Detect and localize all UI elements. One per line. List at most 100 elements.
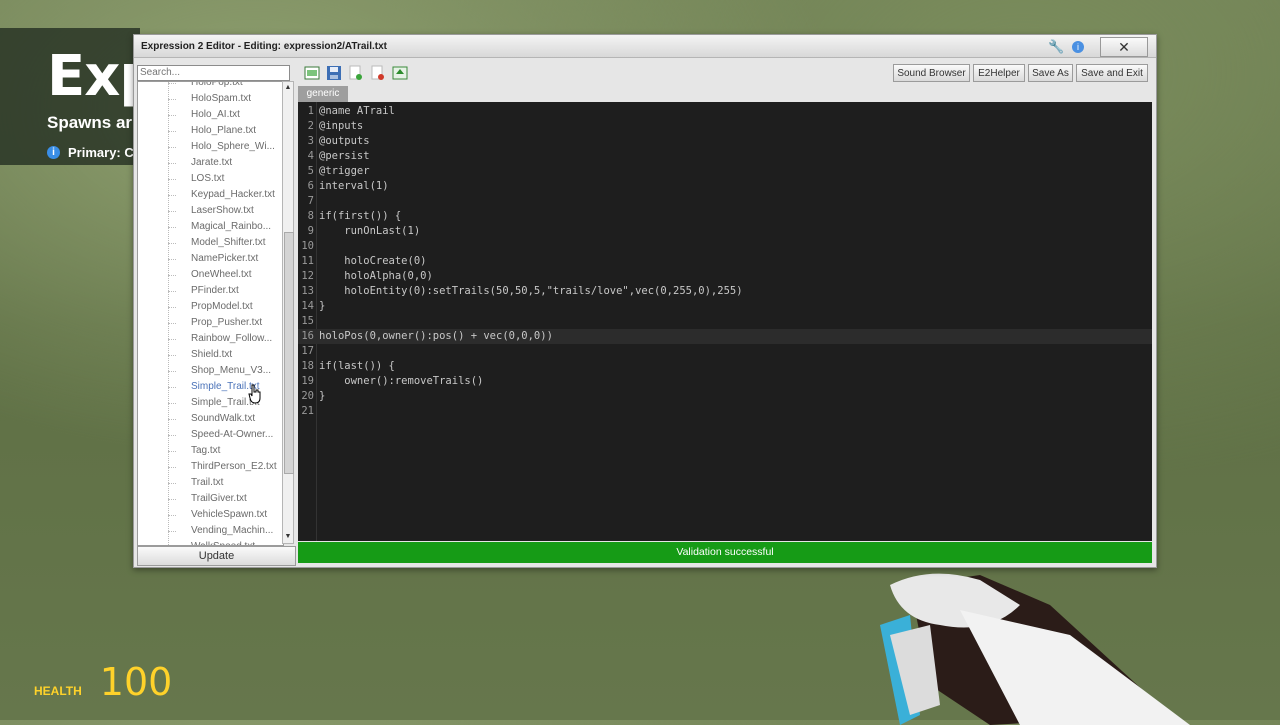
health-label: HEALTH xyxy=(34,684,82,698)
line-number: 19 xyxy=(301,375,314,387)
line-number: 11 xyxy=(301,255,314,267)
close-file-icon[interactable] xyxy=(370,65,386,81)
code-line[interactable]: 11 holoCreate(0) xyxy=(298,254,1152,269)
file-item[interactable]: Tag.txt xyxy=(138,443,283,459)
line-number: 20 xyxy=(301,390,314,402)
window-title: Expression 2 Editor - Editing: expressio… xyxy=(141,40,387,52)
code-text: @outputs xyxy=(319,135,370,147)
file-item[interactable]: PFinder.txt xyxy=(138,283,283,299)
code-line[interactable]: 10 xyxy=(298,239,1152,254)
window-titlebar[interactable]: Expression 2 Editor - Editing: expressio… xyxy=(134,35,1156,58)
file-item[interactable]: Holo_Sphere_Wi... xyxy=(138,139,283,155)
health-value: 100 xyxy=(99,660,173,704)
line-number: 18 xyxy=(301,360,314,372)
code-line[interactable]: 12 holoAlpha(0,0) xyxy=(298,269,1152,284)
scroll-up-arrow-icon[interactable]: ▲ xyxy=(283,82,293,94)
code-line[interactable]: 9 runOnLast(1) xyxy=(298,224,1152,239)
save-and-exit-button[interactable]: Save and Exit xyxy=(1076,64,1148,82)
file-item[interactable]: Keypad_Hacker.txt xyxy=(138,187,283,203)
file-item[interactable]: HoloPop.txt xyxy=(138,82,283,91)
code-line[interactable]: 17 xyxy=(298,344,1152,359)
code-line[interactable]: 13 holoEntity(0):setTrails(50,50,5,"trai… xyxy=(298,284,1152,299)
code-line[interactable]: 19 owner():removeTrails() xyxy=(298,374,1152,389)
code-line[interactable]: 20} xyxy=(298,389,1152,404)
file-tree: HoloPop.txt HoloSpam.txt Holo_AI.txt Holo_P… xyxy=(137,81,284,546)
file-item[interactable]: LaserShow.txt xyxy=(138,203,283,219)
code-line[interactable]: 2 @inputs xyxy=(298,119,1152,134)
scroll-down-arrow-icon[interactable]: ▼ xyxy=(283,531,293,543)
file-item[interactable]: WalkSpeed.txt xyxy=(138,539,283,545)
file-item[interactable]: Holo_Plane.txt xyxy=(138,123,283,139)
code-text: holoPos(0,owner():pos() + vec(0,0,0)) xyxy=(319,330,553,342)
code-text: holoAlpha(0,0) xyxy=(319,270,433,282)
code-line[interactable]: 4 @persist xyxy=(298,149,1152,164)
file-item[interactable]: Shield.txt xyxy=(138,347,283,363)
code-text: @persist xyxy=(319,150,370,162)
new-file-icon[interactable] xyxy=(348,65,364,81)
file-browser: HoloPop.txtHoloSpam.txtHolo_AI.txtHolo_P… xyxy=(137,62,296,566)
code-line[interactable]: 8 if(first()) { xyxy=(298,209,1152,224)
line-number: 4 xyxy=(307,150,314,162)
scroll-thumb[interactable] xyxy=(284,232,294,474)
upload-icon[interactable] xyxy=(392,65,408,81)
line-number: 5 xyxy=(307,165,314,177)
code-line[interactable]: 18 if(last()) { xyxy=(298,359,1152,374)
code-line[interactable]: 15 xyxy=(298,314,1152,329)
code-text: } xyxy=(319,300,326,312)
search-input[interactable] xyxy=(137,64,290,81)
file-item[interactable]: Vending_Machin... xyxy=(138,523,283,539)
file-item[interactable]: Holo_AI.txt xyxy=(138,107,283,123)
new-tab-icon[interactable] xyxy=(304,65,320,81)
file-item[interactable]: Prop_Pusher.txt xyxy=(138,315,283,331)
save-icon[interactable] xyxy=(326,65,342,81)
line-number: 12 xyxy=(301,270,314,282)
code-text: holoEntity(0):setTrails(50,50,5,"trails/… xyxy=(319,285,743,297)
code-line[interactable]: 7 xyxy=(298,194,1152,209)
code-text: } xyxy=(319,390,326,402)
line-number: 1 xyxy=(307,105,314,117)
update-button[interactable]: Update xyxy=(137,546,296,566)
file-item[interactable]: OneWheel.txt xyxy=(138,267,283,283)
file-item[interactable]: TrailGiver.txt xyxy=(138,491,283,507)
code-text: interval(1) xyxy=(319,180,389,192)
close-button[interactable]: ✕ xyxy=(1100,37,1148,57)
line-number: 16 xyxy=(301,330,314,342)
file-item[interactable]: Shop_Menu_V3... xyxy=(138,363,283,379)
file-item[interactable]: LOS.txt xyxy=(138,171,283,187)
file-item[interactable]: Magical_Rainbo... xyxy=(138,219,283,235)
file-item[interactable]: NamePicker.txt xyxy=(138,251,283,267)
code-editor[interactable]: 1 @name ATrail 2 @inputs 3 @outputs 4 @persist 5… xyxy=(298,102,1152,541)
code-line[interactable]: 5 @trigger xyxy=(298,164,1152,179)
file-item[interactable]: Jarate.txt xyxy=(138,155,283,171)
line-number: 9 xyxy=(307,225,314,237)
file-item[interactable]: Trail.txt xyxy=(138,475,283,491)
code-line[interactable]: 1 @name ATrail xyxy=(298,104,1152,119)
code-line[interactable]: 6 interval(1) xyxy=(298,179,1152,194)
file-tree-scrollbar[interactable]: ▲ ▼ xyxy=(282,81,294,544)
hand-cursor-icon xyxy=(248,384,261,404)
info-icon[interactable]: i xyxy=(1072,41,1084,53)
code-line[interactable]: 14} xyxy=(298,299,1152,314)
file-item[interactable]: PropModel.txt xyxy=(138,299,283,315)
code-line[interactable]: 21 xyxy=(298,404,1152,419)
toolgun-viewmodel xyxy=(880,573,1190,725)
file-item[interactable]: VehicleSpawn.txt xyxy=(138,507,283,523)
e2helper-button[interactable]: E2Helper xyxy=(973,64,1025,82)
tab-generic[interactable]: generic xyxy=(298,86,348,102)
sound-browser-button[interactable]: Sound Browser xyxy=(893,64,970,82)
file-item[interactable]: Rainbow_Follow... xyxy=(138,331,283,347)
code-line[interactable]: 16 holoPos(0,owner():pos() + vec(0,0,0)) xyxy=(298,329,1152,344)
file-item[interactable]: SoundWalk.txt xyxy=(138,411,283,427)
file-item[interactable]: Speed-At-Owner... xyxy=(138,427,283,443)
wrench-icon[interactable]: 🔧 xyxy=(1048,40,1064,54)
save-as-button[interactable]: Save As xyxy=(1028,64,1073,82)
code-text: if(last()) { xyxy=(319,360,395,372)
primary-hint-text: Primary: C xyxy=(68,145,134,160)
code-line[interactable]: 3 @outputs xyxy=(298,134,1152,149)
validation-status-bar[interactable]: Validation successful xyxy=(298,542,1152,563)
file-item[interactable]: Model_Shifter.txt xyxy=(138,235,283,251)
file-item[interactable]: HoloSpam.txt xyxy=(138,91,283,107)
line-number: 10 xyxy=(301,240,314,252)
file-item[interactable]: ThirdPerson_E2.txt xyxy=(138,459,283,475)
expression2-editor-window: Expression 2 Editor - Editing: expressio… xyxy=(133,34,1157,568)
